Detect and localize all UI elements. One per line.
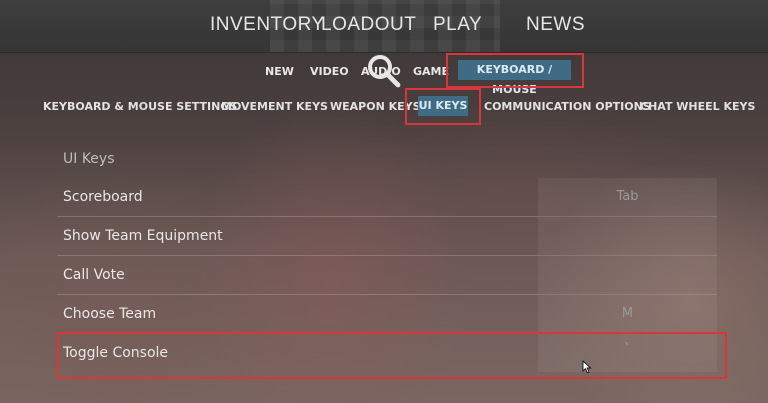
highlight-box-ui-keys [405,88,481,125]
nav-news[interactable]: NEWS [526,14,585,36]
keybind-row-show-team-equipment: Show Team Equipment [57,217,717,256]
keybind-row-call-vote: Call Vote [57,256,717,295]
subnav-audio[interactable]: AUDIO [361,65,401,78]
highlight-box-toggle-console [57,332,727,379]
keybind-row-scoreboard: Scoreboard [57,178,717,217]
keybind-label: Show Team Equipment [63,228,223,244]
tab-keyboard-mouse-settings[interactable]: KEYBOARD & MOUSE SETTINGS [43,100,237,113]
mouse-cursor-icon [582,360,592,374]
subnav-new[interactable]: NEW [265,65,294,78]
tab-movement-keys[interactable]: MOVEMENT KEYS [221,100,328,113]
subnav-video[interactable]: VIDEO [310,65,349,78]
nav-play[interactable]: PLAY [433,14,482,36]
section-title: UI Keys [63,151,115,167]
keybind-row-choose-team: Choose Team [57,295,717,334]
keybind-label: Scoreboard [63,189,143,205]
tab-chat-wheel-keys[interactable]: CHAT WHEEL KEYS [640,100,755,113]
keybind-label: Call Vote [63,267,125,283]
tab-communication-options[interactable]: COMMUNICATION OPTIONS [484,100,651,113]
nav-loadout[interactable]: LOADOUT [321,14,416,36]
settings-subnav: NEW VIDEO AUDIO GAME [0,53,768,89]
nav-inventory[interactable]: INVENTORY [210,14,325,36]
top-nav-bar: INVENTORY LOADOUT PLAY NEWS [0,0,768,53]
highlight-box-keyboard-mouse [446,53,584,88]
keybind-label: Choose Team [63,306,157,322]
subnav-game[interactable]: GAME [413,65,449,78]
